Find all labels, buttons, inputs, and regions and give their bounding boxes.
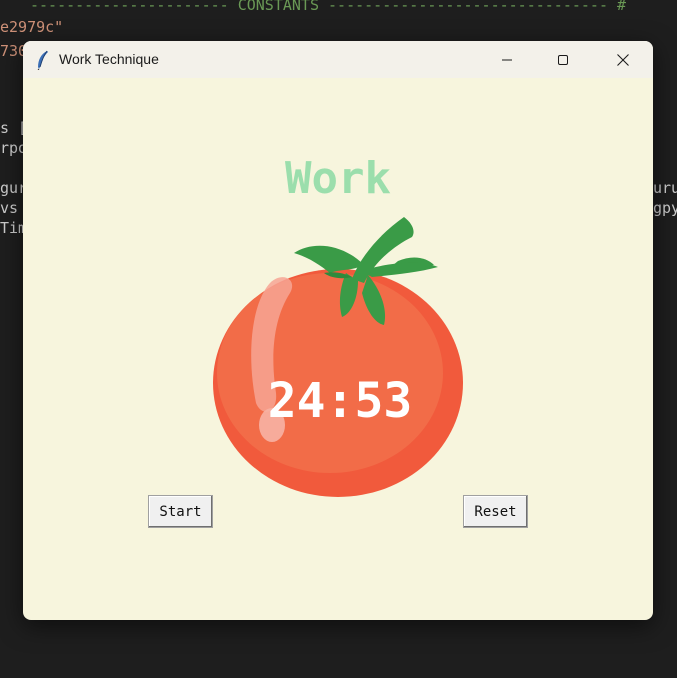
title-bar[interactable]: Work Technique	[23, 41, 653, 78]
maximize-icon	[558, 54, 568, 65]
feather-icon	[37, 50, 48, 70]
editor-line-fragment: uru	[653, 179, 677, 197]
mode-heading: Work	[285, 153, 391, 204]
timer-display: 24:53	[267, 373, 413, 429]
tomato-image	[213, 217, 463, 497]
maximize-button[interactable]	[540, 41, 586, 78]
window-title: Work Technique	[59, 51, 159, 67]
app-canvas: Work 24:53 Start Reset	[23, 78, 653, 620]
minimize-button[interactable]	[484, 41, 530, 78]
reset-button[interactable]: Reset	[463, 495, 528, 528]
editor-line-color: e2979c"	[0, 18, 64, 36]
editor-line-constants: ---------------------- CONSTANTS -------…	[30, 0, 627, 14]
editor-line-fragment: gpy	[653, 199, 677, 217]
close-button[interactable]	[600, 41, 646, 78]
minimize-icon	[502, 59, 512, 60]
app-window: Work Technique Work 24:53 Start Reset	[23, 41, 653, 620]
editor-line-fragment: vs	[0, 199, 19, 217]
start-button[interactable]: Start	[148, 495, 213, 528]
close-icon	[617, 53, 629, 66]
